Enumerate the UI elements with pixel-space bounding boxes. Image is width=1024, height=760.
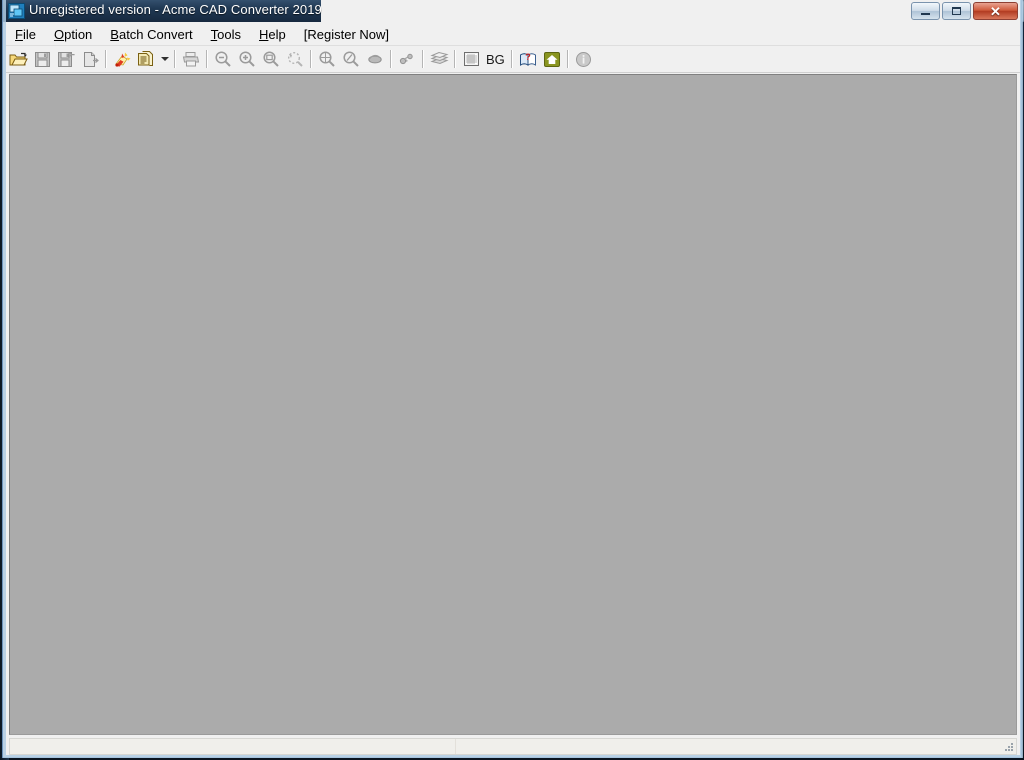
background-button[interactable]: BG [483,52,508,67]
status-message-pane [10,739,456,754]
menu-option-label: ption [64,26,93,42]
menu-item-tools[interactable]: Tools [202,25,250,44]
menu-file-label: ile [22,26,36,42]
menu-item-batch-convert[interactable]: Batch Convert [101,25,201,44]
menu-item-option[interactable]: Option [45,25,101,44]
window-title: Unregistered version - Acme CAD Converte… [29,2,322,17]
window-controls: ✕ [911,2,1018,20]
toolbar-separator [206,50,208,68]
maximize-icon [952,7,961,15]
toolbar-separator [310,50,312,68]
menu-help-accel: H [259,26,269,42]
menu-item-help[interactable]: Help [250,25,295,44]
menu-bar: File Option Batch Convert Tools Help [Re… [6,23,1020,46]
print-button[interactable] [179,47,203,71]
minimize-button[interactable] [911,2,940,20]
pan-hand-button[interactable] [363,47,387,71]
zoom-all-button[interactable] [315,47,339,71]
menu-help-label: elp [268,26,286,42]
application-window: Unregistered version - Acme CAD Converte… [2,0,1023,758]
cad-document-icon [8,3,25,19]
menu-file-accel: F [15,26,23,42]
zoom-in-button[interactable] [235,47,259,71]
help-book-button[interactable]: ? [516,47,540,71]
minimize-icon [921,13,930,15]
export-button[interactable] [78,47,102,71]
layers-button[interactable] [427,47,451,71]
toolbar-separator [454,50,456,68]
toolbar-separator [510,50,513,68]
menu-item-file[interactable]: File [6,25,45,44]
batch-convert-button[interactable] [110,47,134,71]
toolbar-separator [174,50,176,68]
menu-batch-label: atch Convert [118,26,193,42]
maximize-button[interactable] [942,2,971,20]
title-bar: Unregistered version - Acme CAD Converte… [3,0,1023,22]
zoom-extents-button[interactable] [339,47,363,71]
toolbar-separator [105,50,107,68]
menu-batch-accel: B [110,26,119,42]
status-bar [9,738,1017,755]
menu-option-accel: O [53,26,65,42]
grid-button[interactable] [459,47,483,71]
chevron-down-icon [160,57,169,61]
resize-grip[interactable] [1002,740,1015,753]
toolbar-separator [390,50,392,68]
toolbar: BG ? [6,46,1020,73]
copy-pages-button[interactable] [134,47,158,71]
copy-dropdown[interactable] [158,47,171,71]
open-file-button[interactable] [6,47,30,71]
about-info-button[interactable] [572,47,596,71]
measure-button[interactable] [395,47,419,71]
drawing-canvas[interactable] [10,75,1016,734]
toolbar-separator [422,50,424,68]
menu-item-register-now[interactable]: [Register Now] [295,25,398,44]
status-aux-pane [456,739,1016,754]
home-button[interactable] [540,47,564,71]
save-button[interactable] [30,47,54,71]
toolbar-separator [566,50,569,68]
menu-tools-label: ools [217,26,242,42]
document-client-area[interactable] [9,74,1017,735]
close-button[interactable]: ✕ [973,2,1018,20]
zoom-window-button[interactable] [259,47,283,71]
save-as-button[interactable] [54,47,78,71]
zoom-previous-button[interactable] [283,47,307,71]
zoom-out-button[interactable] [211,47,235,71]
close-icon: ✕ [990,3,1001,19]
svg-text:?: ? [525,52,531,62]
